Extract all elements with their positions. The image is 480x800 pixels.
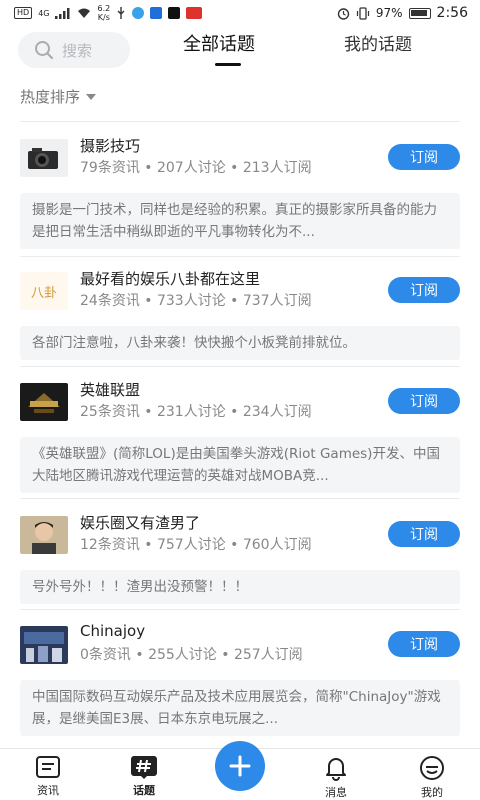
news-app-icon xyxy=(186,7,203,19)
thumbnail-text: 八卦 xyxy=(30,285,57,301)
topic-thumbnail-expo xyxy=(20,626,68,664)
topic-title: 最好看的娱乐八卦都在这里 xyxy=(80,270,261,288)
topic-item[interactable]: 娱乐圈又有渣男了 12条资讯 • 757人讨论 • 760人订阅 订阅 号外号外… xyxy=(20,512,460,604)
topic-description: 号外号外！！！渣男出没预警！！！ xyxy=(20,570,460,604)
divider xyxy=(20,256,460,257)
nav-news-label: 资讯 xyxy=(37,784,59,797)
top-header: 搜索 全部话题 我的话题 xyxy=(0,26,480,74)
tiktok-icon xyxy=(168,7,181,19)
topic-stats: 24条资讯 • 733人讨论 • 737人订阅 xyxy=(80,293,312,309)
subscribe-button[interactable]: 订阅 xyxy=(388,144,460,170)
vibrate-icon xyxy=(356,6,369,20)
topic-title: 英雄联盟 xyxy=(80,381,141,399)
topic-item[interactable]: 八卦 最好看的娱乐八卦都在这里 24条资讯 • 733人讨论 • 737人订阅 … xyxy=(20,268,460,360)
sort-label: 热度排序 xyxy=(20,88,81,106)
topic-stats: 0条资讯 • 255人讨论 • 257人订阅 xyxy=(80,647,303,663)
hashtag-icon xyxy=(131,756,157,779)
battery-percent: 97% xyxy=(375,6,403,20)
tab-active-indicator xyxy=(215,63,241,66)
sort-dropdown[interactable]: 热度排序 xyxy=(20,86,97,107)
topic-thumbnail-gossip: 八卦 xyxy=(20,272,68,310)
hd-indicator: HD xyxy=(14,7,33,19)
nav-topics[interactable]: 话题 xyxy=(114,755,174,798)
usb-icon xyxy=(117,7,125,19)
topic-item[interactable]: 摄影技巧 79条资讯 • 207人讨论 • 213人订阅 订阅 摄影是一门技术，… xyxy=(20,135,460,249)
topic-thumbnail-person xyxy=(20,516,68,554)
plus-icon xyxy=(229,755,251,777)
app-notification-icon xyxy=(132,7,145,19)
wifi-icon xyxy=(78,8,91,18)
topic-description: 《英雄联盟》(简称LOL)是由美国拳头游戏(Riot Games)开发、中国大陆… xyxy=(20,437,460,493)
network-type: 4G xyxy=(38,8,50,18)
search-placeholder: 搜索 xyxy=(62,41,93,60)
topic-description: 摄影是一门技术，同样也是经验的积累。真正的摄影家所具备的能力是把日常生活中稍纵即… xyxy=(20,193,460,249)
topic-item[interactable]: Chinajoy 0条资讯 • 255人讨论 • 257人订阅 订阅 中国国际数… xyxy=(20,622,460,736)
topic-title: 娱乐圈又有渣男了 xyxy=(80,514,201,532)
subscribe-button[interactable]: 订阅 xyxy=(388,521,460,547)
add-button[interactable] xyxy=(215,741,265,791)
tab-my-topics[interactable]: 我的话题 xyxy=(344,30,412,55)
divider xyxy=(20,498,460,499)
status-left: HD 4G 6.2 K/s xyxy=(14,4,203,22)
topic-header: 八卦 最好看的娱乐八卦都在这里 24条资讯 • 733人讨论 • 737人订阅 … xyxy=(20,268,460,314)
topic-stats: 79条资讯 • 207人讨论 • 213人订阅 xyxy=(80,160,312,176)
signal-icon xyxy=(55,7,70,19)
alarm-icon xyxy=(337,7,350,20)
bell-icon xyxy=(326,758,346,781)
nav-messages[interactable]: 消息 xyxy=(306,755,366,800)
status-bar: HD 4G 6.2 K/s 97% 2:56 xyxy=(0,0,480,26)
topic-description: 中国国际数码互动娱乐产品及技术应用展览会，简称"ChinaJoy"游戏展，是继美… xyxy=(20,680,460,736)
nav-news[interactable]: 资讯 xyxy=(18,755,78,798)
net-speed: 6.2 K/s xyxy=(97,4,111,22)
topic-title: Chinajoy xyxy=(80,622,146,640)
topic-header: 摄影技巧 79条资讯 • 207人讨论 • 213人订阅 订阅 xyxy=(20,135,460,181)
topic-description: 各部门注意啦，八卦来袭！快快搬个小板凳前排就位。 xyxy=(20,326,460,360)
topic-header: Chinajoy 0条资讯 • 255人讨论 • 257人订阅 订阅 xyxy=(20,622,460,668)
bottom-nav: 资讯 话题 消息 我的 xyxy=(0,741,480,800)
topic-stats: 25条资讯 • 231人讨论 • 234人订阅 xyxy=(80,404,312,420)
subscribe-button[interactable]: 订阅 xyxy=(388,388,460,414)
topic-header: 英雄联盟 25条资讯 • 231人讨论 • 234人订阅 订阅 xyxy=(20,379,460,425)
topic-item[interactable]: 英雄联盟 25条资讯 • 231人讨论 • 234人订阅 订阅 《英雄联盟》(简… xyxy=(20,379,460,493)
caret-down-icon xyxy=(86,93,97,100)
divider xyxy=(20,366,460,367)
search-box[interactable]: 搜索 xyxy=(18,32,130,68)
battery-icon xyxy=(408,7,431,19)
topic-header: 娱乐圈又有渣男了 12条资讯 • 757人讨论 • 760人订阅 订阅 xyxy=(20,512,460,558)
topic-title: 摄影技巧 xyxy=(80,137,141,155)
nav-topics-label: 话题 xyxy=(133,784,155,797)
topic-thumbnail-camera xyxy=(20,139,68,177)
topic-stats: 12条资讯 • 757人讨论 • 760人订阅 xyxy=(80,537,312,553)
divider xyxy=(20,121,460,122)
app-notification-icon-2 xyxy=(150,7,163,19)
search-icon xyxy=(35,41,54,60)
nav-profile-label: 我的 xyxy=(421,786,443,799)
clock: 2:56 xyxy=(436,5,468,21)
subscribe-button[interactable]: 订阅 xyxy=(388,277,460,303)
subscribe-button[interactable]: 订阅 xyxy=(388,631,460,657)
profile-smile-icon xyxy=(420,756,444,780)
nav-profile[interactable]: 我的 xyxy=(402,755,462,800)
news-icon xyxy=(36,756,60,778)
divider xyxy=(20,609,460,610)
tab-all-topics[interactable]: 全部话题 xyxy=(183,30,255,56)
topic-thumbnail-lol xyxy=(20,383,68,421)
nav-messages-label: 消息 xyxy=(325,786,347,799)
status-right: 97% 2:56 xyxy=(337,5,468,21)
